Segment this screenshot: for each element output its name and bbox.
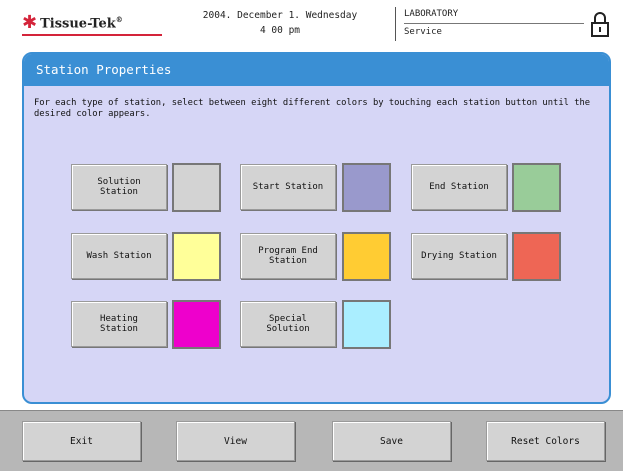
view-button[interactable]: View: [176, 421, 295, 461]
drying-station-label: Drying Station: [421, 251, 497, 261]
reset-colors-button[interactable]: Reset Colors: [486, 421, 605, 461]
start-station-button[interactable]: Start Station: [240, 164, 336, 210]
wash-station-button[interactable]: Wash Station: [71, 233, 167, 279]
heating-station-label: Heating Station: [100, 314, 138, 334]
solution-station-label: Solution Station: [97, 177, 141, 197]
solution-station-color[interactable]: [172, 163, 221, 212]
special-solution-color[interactable]: [342, 300, 391, 349]
save-button[interactable]: Save: [332, 421, 451, 461]
header-divider: [395, 7, 396, 41]
user-info: LABORATORY Service: [404, 6, 584, 37]
end-station-color[interactable]: [512, 163, 561, 212]
program-end-station-label: Program End Station: [258, 246, 318, 266]
footer-bar: Exit View Save Reset Colors: [0, 410, 623, 471]
drying-station-button[interactable]: Drying Station: [411, 233, 507, 279]
date-text: 2004. December 1. Wednesday: [202, 10, 358, 21]
logo-text: Tissue-Tek®: [40, 14, 123, 32]
solution-station-button[interactable]: Solution Station: [71, 164, 167, 210]
exit-label: Exit: [70, 435, 93, 447]
station-properties-panel: Station Properties For each type of stat…: [22, 52, 611, 404]
logo-star-icon: ✱: [22, 12, 38, 33]
reset-colors-label: Reset Colors: [511, 435, 580, 447]
special-solution-button[interactable]: Special Solution: [240, 301, 336, 347]
heating-station-color[interactable]: [172, 300, 221, 349]
special-solution-label: Special Solution: [266, 314, 310, 334]
tissue-tek-logo: ✱ Tissue-Tek®: [22, 14, 123, 32]
view-label: View: [224, 435, 247, 447]
drying-station-color[interactable]: [512, 232, 561, 281]
time-text: 4 00 pm: [259, 25, 301, 36]
program-end-station-button[interactable]: Program End Station: [240, 233, 336, 279]
program-end-station-color[interactable]: [342, 232, 391, 281]
role-text: Service: [404, 27, 442, 37]
logo-underline: [22, 34, 162, 36]
datetime-display: 2004. December 1. Wednesday 4 00 pm: [175, 8, 385, 38]
start-station-color[interactable]: [342, 163, 391, 212]
padlock-icon[interactable]: [590, 10, 610, 38]
end-station-button[interactable]: End Station: [411, 164, 507, 210]
save-label: Save: [380, 435, 403, 447]
end-station-label: End Station: [429, 182, 489, 192]
wash-station-color[interactable]: [172, 232, 221, 281]
header-bar: ✱ Tissue-Tek® 2004. December 1. Wednesda…: [0, 0, 623, 48]
heating-station-button[interactable]: Heating Station: [71, 301, 167, 347]
wash-station-label: Wash Station: [86, 251, 152, 261]
exit-button[interactable]: Exit: [22, 421, 141, 461]
instructions-text: For each type of station, select between…: [34, 98, 591, 119]
start-station-label: Start Station: [252, 182, 324, 192]
location-text: LABORATORY: [404, 9, 459, 19]
panel-title: Station Properties: [24, 54, 609, 86]
